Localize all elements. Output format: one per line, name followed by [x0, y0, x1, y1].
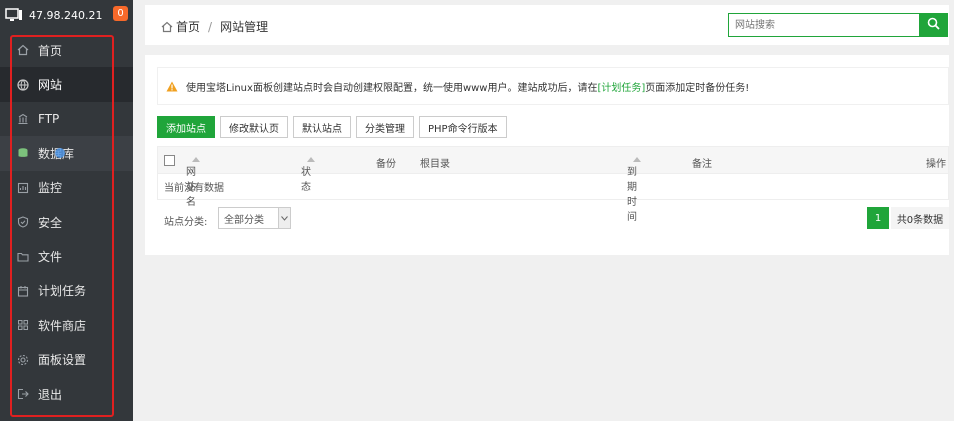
sidebar-item-label: 退出	[38, 387, 63, 402]
edit-default-page-button[interactable]: 修改默认页	[220, 116, 288, 138]
search-input[interactable]	[728, 13, 919, 37]
col-action: 操作	[926, 159, 946, 170]
sidebar-item-label: 监控	[38, 181, 63, 196]
site-table: 网站名 状态 备份 根目录 到期时间 备注 操作 当前没有数据	[157, 146, 949, 223]
monitor-icon	[5, 8, 23, 22]
breadcrumb-separator: /	[208, 19, 213, 34]
cron-task-link[interactable]: [计划任务]	[597, 79, 645, 94]
database-icon	[16, 146, 30, 160]
col-label: 状态	[301, 167, 311, 193]
sidebar-item-label: 面板设置	[38, 353, 87, 368]
sidebar-item-label: 网站	[38, 78, 63, 93]
search-button[interactable]	[919, 13, 948, 37]
logout-icon	[16, 387, 30, 401]
table-header: 网站名 状态 备份 根目录 到期时间 备注 操作	[157, 146, 949, 223]
sidebar-item-settings[interactable]: 面板设置	[0, 343, 133, 377]
monitor-icon	[16, 181, 30, 195]
sidebar-item-label: 安全	[38, 215, 63, 230]
category-filter-select[interactable]: 全部分类	[218, 207, 291, 229]
sidebar-item-cron[interactable]: 计划任务	[0, 274, 133, 308]
select-all-checkbox[interactable]	[164, 155, 175, 166]
category-manage-button[interactable]: 分类管理	[356, 116, 414, 138]
sort-icon	[192, 157, 200, 162]
chevron-down-icon	[278, 208, 290, 228]
search-icon	[927, 17, 940, 33]
alert-text-suffix: 页面添加定时备份任务!	[645, 82, 750, 94]
category-filter-value: 全部分类	[224, 214, 264, 226]
category-filter-label: 站点分类:	[164, 217, 208, 228]
col-label: 网站名	[186, 167, 196, 208]
breadcrumb: 首页 / 网站管理	[161, 18, 268, 35]
sort-icon	[633, 157, 641, 162]
calendar-icon	[16, 284, 30, 298]
sidebar-item-logout[interactable]: 退出	[0, 377, 133, 411]
sidebar-item-files[interactable]: 文件	[0, 239, 133, 273]
sidebar-item-store[interactable]: 软件商店	[0, 308, 133, 342]
col-root: 根目录	[420, 159, 450, 170]
default-site-button[interactable]: 默认站点	[293, 116, 351, 138]
sidebar: 47.98.240.21 0 首页 网站 FTP 数据库 监控 安全	[0, 0, 133, 421]
sidebar-item-label: FTP	[38, 111, 60, 126]
info-alert: 使用宝塔Linux面板创建站点时会自动创建权限配置，统一使用www用户。建站成功…	[157, 67, 949, 105]
sidebar-item-security[interactable]: 安全	[0, 205, 133, 239]
folder-icon	[16, 250, 30, 264]
sidebar-item-monitor[interactable]: 监控	[0, 171, 133, 205]
sidebar-item-database[interactable]: 数据库	[0, 136, 133, 171]
table-footer: 站点分类: 全部分类 1 共0条数据	[157, 207, 949, 231]
col-expire[interactable]: 到期时间	[627, 155, 641, 223]
site-search	[728, 13, 948, 37]
pagination-current-page[interactable]: 1	[867, 207, 889, 229]
sidebar-item-website[interactable]: 网站	[0, 67, 133, 102]
grid-icon	[16, 318, 30, 332]
server-ip: 47.98.240.21	[29, 8, 103, 22]
sidebar-item-label: 首页	[38, 43, 63, 58]
col-backup: 备份	[376, 159, 396, 170]
home-icon	[16, 43, 30, 57]
add-site-button[interactable]: 添加站点	[157, 116, 215, 138]
globe-icon	[16, 78, 30, 92]
gear-icon	[16, 353, 30, 367]
sort-icon	[307, 157, 315, 162]
shield-icon	[16, 215, 30, 229]
breadcrumb-home-link[interactable]: 首页	[176, 18, 200, 35]
alert-text-prefix: 使用宝塔Linux面板创建站点时会自动创建权限配置，统一使用www用户。建站成功…	[186, 82, 598, 94]
sidebar-item-ftp[interactable]: FTP	[0, 102, 133, 136]
toolbar: 添加站点 修改默认页 默认站点 分类管理 PHP命令行版本	[157, 116, 507, 138]
sidebar-item-label: 计划任务	[38, 284, 87, 299]
col-site-name[interactable]: 网站名	[186, 155, 200, 208]
ftp-icon	[16, 112, 30, 126]
header-bar: 首页 / 网站管理	[145, 5, 949, 45]
sidebar-item-home[interactable]: 首页	[0, 33, 133, 67]
col-status[interactable]: 状态	[301, 155, 315, 193]
col-note: 备注	[692, 159, 712, 170]
breadcrumb-current: 网站管理	[220, 20, 269, 34]
sidebar-item-label: 软件商店	[38, 318, 87, 333]
table-empty-row: 当前没有数据	[157, 174, 949, 200]
home-icon	[161, 21, 173, 33]
warning-icon	[166, 81, 178, 92]
sidebar-nav: 首页 网站 FTP 数据库 监控 安全 文件 计划任务	[0, 33, 133, 411]
php-cli-version-button[interactable]: PHP命令行版本	[419, 116, 507, 138]
pagination-total: 共0条数据	[891, 207, 949, 229]
cursor-indicator	[55, 148, 65, 158]
notification-badge[interactable]: 0	[113, 6, 128, 21]
sidebar-item-label: 文件	[38, 250, 63, 265]
main-panel: 使用宝塔Linux面板创建站点时会自动创建权限配置，统一使用www用户。建站成功…	[145, 55, 949, 255]
